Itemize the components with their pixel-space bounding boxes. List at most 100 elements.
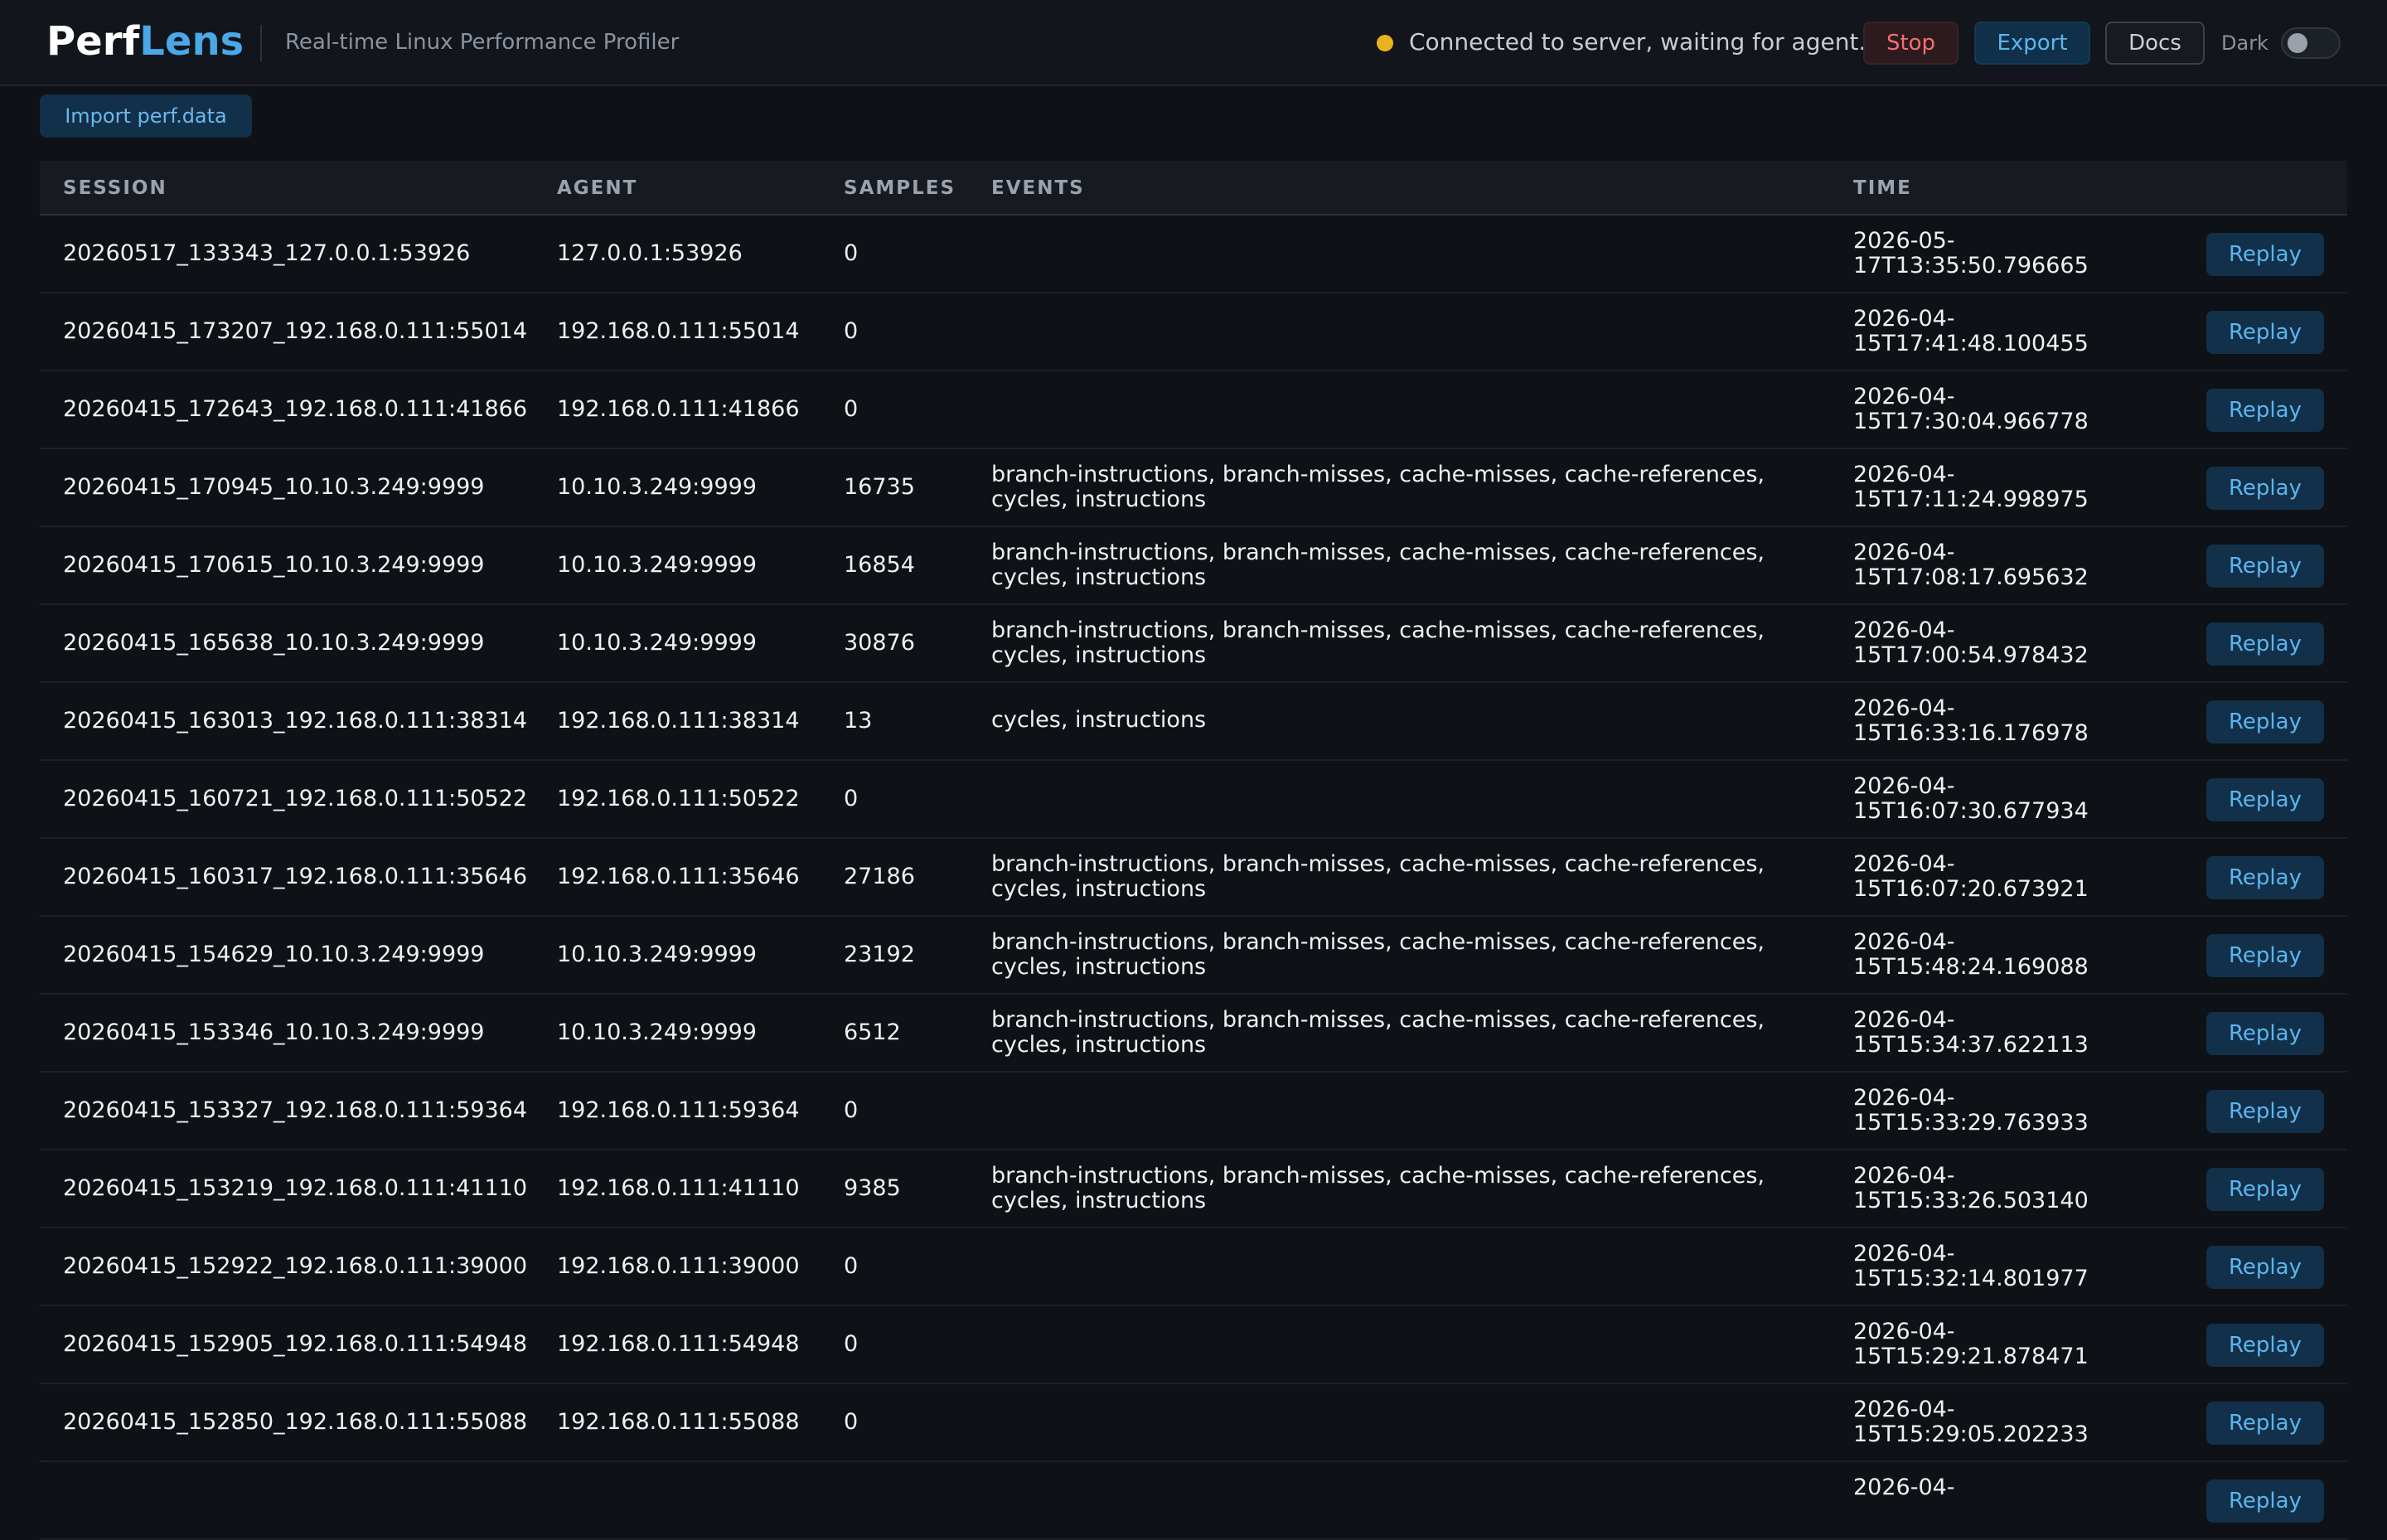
time-cell: 2026-04-15T15:32:14.801977: [1853, 1241, 2089, 1291]
session-id-cell: 20260415_153219_192.168.0.111:41110: [63, 1175, 528, 1201]
session-id-cell: 20260415_160721_192.168.0.111:50522: [63, 786, 528, 811]
events-cell: branch-instructions, branch-misses, cach…: [991, 851, 1765, 902]
replay-button[interactable]: Replay: [2206, 622, 2324, 666]
stop-button[interactable]: Stop: [1863, 22, 1959, 65]
agent-cell: 10.10.3.249:9999: [557, 552, 757, 578]
samples-cell: 0: [844, 318, 859, 344]
samples-cell: 30876: [844, 630, 915, 656]
replay-button[interactable]: Replay: [2206, 1168, 2324, 1211]
agent-cell: 127.0.0.1:53926: [557, 240, 743, 266]
app-logo[interactable]: PerfLens: [46, 18, 244, 65]
replay-button[interactable]: Replay: [2206, 1324, 2324, 1367]
docs-button[interactable]: Docs: [2105, 22, 2205, 65]
session-id-cell: 20260415_152905_192.168.0.111:54948: [63, 1331, 528, 1357]
replay-button[interactable]: Replay: [2206, 778, 2324, 821]
session-id-cell: 20260415_152922_192.168.0.111:39000: [63, 1253, 528, 1279]
table-row[interactable]: 20260415_173207_192.168.0.111:55014 192.1…: [40, 293, 2347, 371]
column-header-events[interactable]: EVENTS: [991, 177, 1085, 199]
session-id-cell: 20260415_170945_10.10.3.249:9999: [63, 474, 485, 500]
time-cell: 2026-04-15T15:33:26.503140: [1853, 1163, 2089, 1213]
replay-button[interactable]: Replay: [2206, 389, 2324, 432]
time-cell: 2026-04-15T16:33:16.176978: [1853, 695, 2089, 746]
replay-button[interactable]: Replay: [2206, 1402, 2324, 1445]
events-cell: branch-instructions, branch-misses, cach…: [991, 540, 1765, 590]
time-cell: 2026-04-15T15:48:24.169088: [1853, 929, 2089, 980]
replay-button[interactable]: Replay: [2206, 700, 2324, 743]
samples-cell: 16854: [844, 552, 915, 578]
time-cell: 2026-04-15T16:07:20.673921: [1853, 851, 2089, 902]
toggle-knob: [2288, 33, 2307, 53]
table-row[interactable]: 20260517_133343_127.0.0.1:53926 127.0.0.1…: [40, 216, 2347, 293]
agent-cell: 192.168.0.111:55014: [557, 318, 800, 344]
table-row[interactable]: 20260415_153327_192.168.0.111:59364 192.1…: [40, 1073, 2347, 1150]
status-indicator-icon: [1377, 35, 1393, 51]
session-id-cell: 20260415_173207_192.168.0.111:55014: [63, 318, 528, 344]
table-row[interactable]: 20260415_152905_192.168.0.111:54948 192.1…: [40, 1306, 2347, 1384]
agent-cell: 192.168.0.111:35646: [557, 864, 800, 889]
time-cell: 2026-04-15T17:08:17.695632: [1853, 540, 2089, 590]
time-cell: 2026-04-15T15:29:05.202233: [1853, 1397, 2089, 1447]
agent-cell: 192.168.0.111:41866: [557, 396, 800, 422]
table-row[interactable]: 20260415_163013_192.168.0.111:38314 192.1…: [40, 683, 2347, 761]
import-perf-data-button[interactable]: Import perf.data: [40, 94, 252, 138]
replay-button[interactable]: Replay: [2206, 545, 2324, 588]
session-id-cell: 20260415_152850_192.168.0.111:55088: [63, 1409, 528, 1435]
table-row[interactable]: 20260415_160721_192.168.0.111:50522 192.1…: [40, 761, 2347, 839]
table-row[interactable]: 20260415_165638_10.10.3.249:9999 10.10.3.…: [40, 605, 2347, 683]
samples-cell: 6512: [844, 1019, 901, 1045]
replay-button[interactable]: Replay: [2206, 1246, 2324, 1289]
replay-button[interactable]: Replay: [2206, 1479, 2324, 1523]
time-cell: 2026-04-15T17:41:48.100455: [1853, 306, 2089, 356]
table-row[interactable]: 20260415_153219_192.168.0.111:41110 192.1…: [40, 1150, 2347, 1228]
replay-button[interactable]: Replay: [2206, 934, 2324, 977]
replay-button[interactable]: Replay: [2206, 1012, 2324, 1055]
table-row[interactable]: 20260415_152850_192.168.0.111:55088 192.1…: [40, 1384, 2347, 1462]
replay-button[interactable]: Replay: [2206, 311, 2324, 354]
app-header: PerfLens Real-time Linux Performance Pro…: [0, 0, 2387, 86]
samples-cell: 9385: [844, 1175, 901, 1201]
table-row[interactable]: 20260415_170945_10.10.3.249:9999 10.10.3.…: [40, 449, 2347, 527]
time-cell: 2026-04-15T17:30:04.966778: [1853, 384, 2089, 434]
events-cell: branch-instructions, branch-misses, cach…: [991, 462, 1765, 512]
table-row[interactable]: 20260415_170615_10.10.3.249:9999 10.10.3.…: [40, 527, 2347, 605]
replay-button[interactable]: Replay: [2206, 467, 2324, 510]
header-divider: [260, 25, 262, 61]
dark-mode-toggle[interactable]: [2281, 27, 2341, 59]
replay-button[interactable]: Replay: [2206, 856, 2324, 899]
time-cell: 2026-04-15T17:00:54.978432: [1853, 617, 2089, 668]
samples-cell: 23192: [844, 942, 915, 967]
column-header-agent[interactable]: AGENT: [557, 177, 637, 199]
session-id-cell: 20260517_133343_127.0.0.1:53926: [63, 240, 471, 266]
session-id-cell: 20260415_160317_192.168.0.111:35646: [63, 864, 528, 889]
table-row[interactable]: 20260415_172643_192.168.0.111:41866 192.1…: [40, 371, 2347, 449]
time-cell: 2026-04-: [1853, 1475, 1955, 1500]
session-id-cell: 20260415_153346_10.10.3.249:9999: [63, 1019, 485, 1045]
time-cell: 2026-05-17T13:35:50.796665: [1853, 228, 2089, 278]
table-row[interactable]: 20260415_154629_10.10.3.249:9999 10.10.3.…: [40, 917, 2347, 995]
session-id-cell: 20260415_154629_10.10.3.249:9999: [63, 942, 485, 967]
table-header: SESSION AGENT SAMPLES EVENTS TIME: [40, 161, 2347, 216]
agent-cell: 10.10.3.249:9999: [557, 474, 757, 500]
replay-button[interactable]: Replay: [2206, 1090, 2324, 1133]
table-row[interactable]: 20260415_153346_10.10.3.249:9999 10.10.3.…: [40, 995, 2347, 1073]
session-id-cell: 20260415_163013_192.168.0.111:38314: [63, 708, 528, 734]
agent-cell: 192.168.0.111:59364: [557, 1097, 800, 1123]
samples-cell: 0: [844, 786, 859, 811]
table-row[interactable]: 20260415_160317_192.168.0.111:35646 192.1…: [40, 839, 2347, 917]
session-id-cell: 20260415_165638_10.10.3.249:9999: [63, 630, 485, 656]
events-cell: branch-instructions, branch-misses, cach…: [991, 929, 1765, 980]
time-cell: 2026-04-15T17:11:24.998975: [1853, 462, 2089, 512]
column-header-time[interactable]: TIME: [1853, 177, 1912, 199]
column-header-samples[interactable]: SAMPLES: [844, 177, 956, 199]
samples-cell: 27186: [844, 864, 915, 889]
replay-button[interactable]: Replay: [2206, 233, 2324, 276]
table-row[interactable]: 20260415_152922_192.168.0.111:39000 192.1…: [40, 1228, 2347, 1306]
column-header-session[interactable]: SESSION: [63, 177, 167, 199]
session-id-cell: 20260415_153327_192.168.0.111:59364: [63, 1097, 528, 1123]
dark-mode-label: Dark: [2221, 31, 2268, 55]
table-row[interactable]: 2026-04- Replay: [40, 1462, 2347, 1540]
samples-cell: 0: [844, 1331, 859, 1357]
events-cell: branch-instructions, branch-misses, cach…: [991, 1007, 1765, 1058]
export-button[interactable]: Export: [1974, 22, 2090, 65]
agent-cell: 10.10.3.249:9999: [557, 630, 757, 656]
